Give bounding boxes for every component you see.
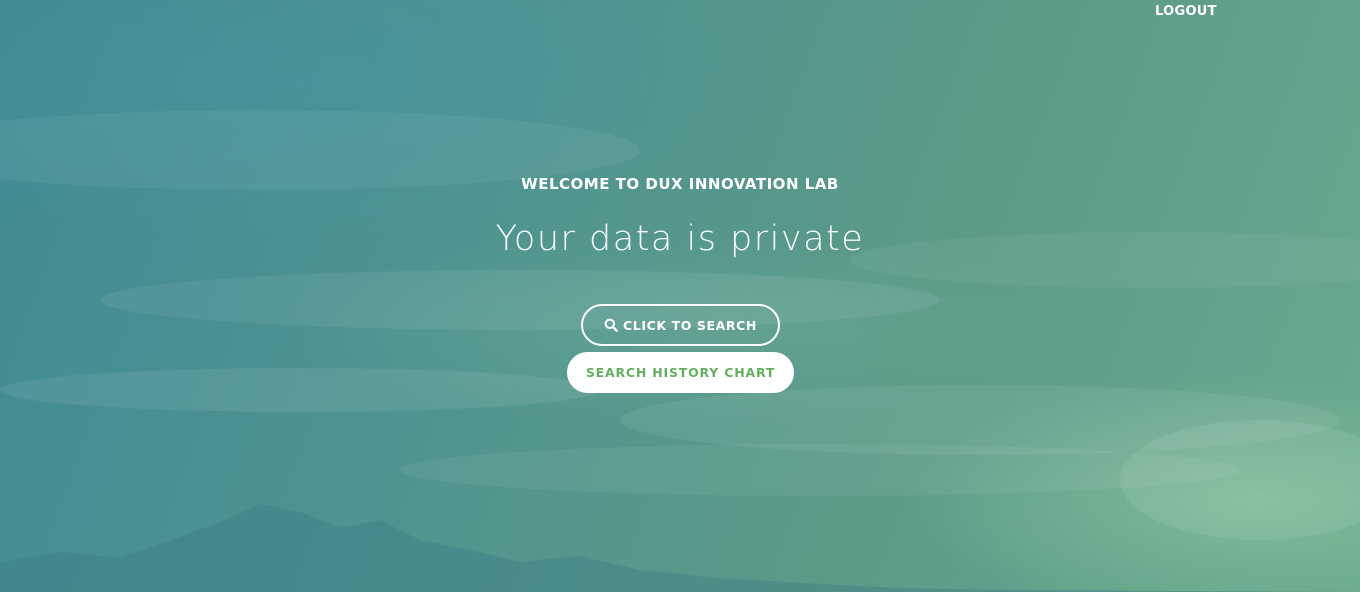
hero-section: WELCOME TO DUX INNOVATION LAB Your data … xyxy=(0,0,1360,592)
search-history-chart-label: SEARCH HISTORY CHART xyxy=(585,365,776,380)
click-to-search-button[interactable]: CLICK TO SEARCH xyxy=(581,304,780,346)
search-history-chart-button[interactable]: SEARCH HISTORY CHART xyxy=(567,352,794,393)
click-to-search-label: CLICK TO SEARCH xyxy=(623,317,757,333)
tagline-heading: Your data is private xyxy=(495,219,865,259)
welcome-heading: WELCOME TO DUX INNOVATION LAB xyxy=(521,175,839,193)
search-icon xyxy=(604,318,618,332)
page-background: LOGOUT WELCOME TO DUX INNOVATION LAB You… xyxy=(0,0,1360,592)
